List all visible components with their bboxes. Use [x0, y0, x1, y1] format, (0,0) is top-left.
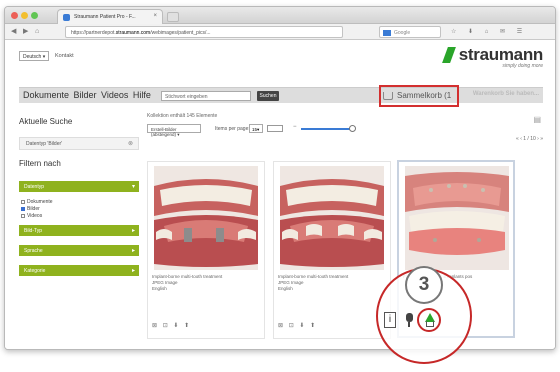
filter-bild-typ[interactable]: Bild-Typ ▸ — [19, 225, 139, 236]
forward-button[interactable]: ▶ — [23, 27, 28, 37]
result-card[interactable]: Implant-borne multi-tooth treatment JPEG… — [147, 161, 265, 339]
maximize-window-icon[interactable] — [31, 12, 38, 19]
favicon-icon — [63, 14, 70, 21]
checkbox[interactable] — [21, 213, 25, 218]
google-search-icon — [383, 30, 391, 36]
filtern-nach-heading: Filtern nach — [19, 159, 61, 168]
chevron-right-icon: ▸ — [131, 248, 135, 254]
thumbnail-size-slider[interactable] — [301, 125, 356, 132]
toolbar-icons[interactable]: ☆ ⬇ ⌂ ✉ ☰ — [451, 28, 527, 35]
chevron-right-icon: ▸ — [131, 268, 135, 274]
minimize-window-icon[interactable] — [21, 12, 28, 19]
collection-count: Kollektion enthält 145 Elemente — [147, 113, 218, 119]
grid-view-icon[interactable]: ▤ — [533, 115, 541, 124]
chevron-down-icon: ▾ — [131, 184, 135, 190]
result-card[interactable]: Implant-borne multi-tooth treatment JPEG… — [273, 161, 391, 339]
logo-mark-icon — [441, 47, 456, 63]
card-language: English — [278, 286, 293, 291]
sort-value: Erstell-Bilder (absteigend) — [151, 126, 177, 137]
filter-label: Kategorie — [24, 268, 46, 274]
check-label: Videos — [27, 213, 43, 219]
warenkorb-link[interactable]: Warenkorb Sie haben... — [473, 91, 539, 97]
items-per-page-label: Items per page: — [215, 126, 250, 132]
items-per-page-value: 15 — [252, 126, 258, 132]
straumann-logo[interactable]: straumann simply doing more — [441, 45, 544, 69]
slider-handle[interactable] — [349, 125, 356, 132]
cart-highlight — [379, 85, 459, 107]
denture-photo[interactable] — [405, 166, 509, 270]
url-prefix: https://partnerdepot. — [71, 30, 116, 36]
main-navbar: Dokumente Bilder Videos Hilfe Stichwort … — [19, 87, 543, 103]
new-tab-button[interactable] — [167, 12, 179, 22]
active-filter-label: Datentyp 'Bilder' — [26, 141, 63, 147]
zoom-out-icon[interactable]: − — [293, 124, 297, 130]
remove-filter-icon[interactable]: ⊗ — [128, 140, 133, 147]
card-actions[interactable]: ⊠ ⊡ ⬇ ⬆ — [278, 322, 317, 329]
browser-tab[interactable]: Straumann Patient Pro - F... × — [57, 9, 163, 24]
implant-photo[interactable] — [154, 166, 258, 270]
screenshot: Straumann Patient Pro - F... × ◀ ▶ ⌂ htt… — [0, 0, 560, 372]
logo-text: straumann — [458, 45, 544, 64]
sort-select[interactable]: Erstell-Bilder (absteigend) ▾ — [147, 124, 201, 137]
info-icon[interactable]: i — [384, 312, 396, 328]
add-to-collection-highlight — [417, 308, 441, 332]
checkbox[interactable] — [21, 206, 25, 211]
url-bar[interactable]: https://partnerdepot.straumann.com/webim… — [65, 26, 343, 38]
card-actions[interactable]: ⊠ ⊡ ⬇ ⬆ — [152, 322, 191, 329]
title-bar: Straumann Patient Pro - F... × — [5, 7, 555, 24]
filter-kategorie[interactable]: Kategorie ▸ — [19, 265, 139, 276]
pin-icon[interactable] — [406, 313, 413, 327]
browser-search-placeholder: Google — [394, 30, 411, 36]
card-meta: JPEG Image English — [152, 280, 178, 292]
active-filter: ⊗ Datentyp 'Bilder' — [19, 137, 139, 150]
browser-search-field[interactable]: Google — [379, 26, 441, 38]
filter-label: Sprache — [24, 248, 43, 254]
nav-links[interactable]: Dokumente Bilder Videos Hilfe — [23, 90, 151, 100]
language-value: Deutsch — [23, 54, 42, 60]
step-number-badge: 3 — [405, 266, 443, 304]
checkbox[interactable] — [21, 199, 25, 204]
search-button[interactable]: Suchen — [257, 91, 279, 101]
items-per-page-select[interactable]: 15▾ — [249, 124, 263, 133]
filter-sprache[interactable]: Sprache ▸ — [19, 245, 139, 256]
browser-toolbar: ◀ ▶ ⌂ https://partnerdepot.straumann.com… — [5, 24, 555, 40]
language-select[interactable]: Deutsch ▾ — [19, 51, 49, 61]
view-toggle-icon[interactable] — [267, 125, 283, 132]
add-to-collection-icon[interactable] — [426, 321, 434, 327]
keyword-search-input[interactable]: Stichwort eingeben — [161, 91, 251, 101]
url-path: /webimages/patient_pics/... — [150, 30, 211, 36]
kontakt-link[interactable]: Kontakt — [55, 53, 74, 59]
chevron-right-icon: ▸ — [131, 228, 135, 234]
card-language: English — [152, 286, 167, 291]
pagination[interactable]: « ‹ 1 / 10 › » — [516, 136, 543, 142]
datentyp-checklist: Dokumente Bilder Videos — [21, 199, 53, 220]
check-videos[interactable]: Videos — [21, 213, 53, 220]
url-domain: straumann.com — [115, 30, 151, 36]
tab-title: Straumann Patient Pro - F... — [74, 14, 136, 20]
check-label: Bilder — [27, 206, 40, 212]
webpage: Deutsch ▾ Kontakt straumann simply doing… — [5, 41, 555, 349]
card-meta: JPEG Image English — [278, 280, 304, 292]
filter-label: Datentyp — [24, 184, 45, 190]
browser-window: Straumann Patient Pro - F... × ◀ ▶ ⌂ htt… — [4, 6, 556, 350]
filter-datentyp[interactable]: Datentyp ▾ — [19, 181, 139, 192]
close-window-icon[interactable] — [11, 12, 18, 19]
back-button[interactable]: ◀ — [11, 27, 16, 37]
implant-photo[interactable] — [280, 166, 384, 270]
check-dokumente[interactable]: Dokumente — [21, 199, 53, 206]
check-bilder[interactable]: Bilder — [21, 206, 53, 213]
filter-label: Bild-Typ — [24, 228, 43, 234]
home-button[interactable]: ⌂ — [35, 27, 39, 37]
check-label: Dokumente — [27, 199, 53, 205]
aktuelle-suche-heading: Aktuelle Suche — [19, 117, 73, 126]
tab-close-icon[interactable]: × — [153, 13, 157, 19]
